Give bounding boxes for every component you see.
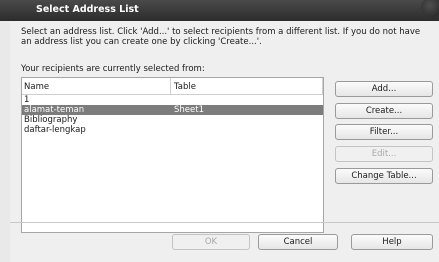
dialog-description: Select an address list. Click 'Add...' t… bbox=[21, 27, 421, 47]
help-button[interactable]: Help bbox=[351, 234, 433, 250]
address-list[interactable]: Name Table 1 alamat-teman Sheet1 Bibliog… bbox=[21, 77, 324, 233]
create-button[interactable]: Create... bbox=[335, 103, 433, 119]
cancel-button[interactable]: Cancel bbox=[258, 234, 338, 250]
edit-button[interactable]: Edit... bbox=[335, 146, 433, 162]
list-header: Name Table bbox=[22, 78, 323, 95]
ok-button[interactable]: OK bbox=[172, 234, 250, 250]
filter-button[interactable]: Filter... bbox=[335, 124, 433, 140]
row-table: Sheet1 bbox=[174, 105, 204, 115]
add-button[interactable]: Add... bbox=[335, 81, 433, 97]
footer-divider bbox=[10, 222, 439, 223]
row-name: alamat-teman bbox=[24, 105, 85, 115]
dialog-title: Select Address List bbox=[36, 4, 139, 15]
row-name: Bibliography bbox=[24, 115, 78, 125]
list-row-selected[interactable]: alamat-teman Sheet1 bbox=[22, 105, 323, 115]
row-name: daftar-lengkap bbox=[24, 125, 86, 135]
change-table-button[interactable]: Change Table... bbox=[335, 168, 433, 184]
row-name: 1 bbox=[24, 95, 30, 105]
column-divider[interactable] bbox=[170, 78, 171, 94]
list-row[interactable]: Bibliography bbox=[22, 115, 323, 125]
column-header-table[interactable]: Table bbox=[174, 82, 196, 92]
recipients-source-label: Your recipients are currently selected f… bbox=[21, 64, 205, 74]
title-bar: Select Address List bbox=[0, 0, 439, 21]
column-divider[interactable] bbox=[322, 78, 323, 94]
list-row[interactable]: 1 bbox=[22, 95, 323, 105]
column-header-name[interactable]: Name bbox=[24, 82, 49, 92]
list-row[interactable]: daftar-lengkap bbox=[22, 125, 323, 135]
close-icon[interactable] bbox=[421, 0, 439, 17]
